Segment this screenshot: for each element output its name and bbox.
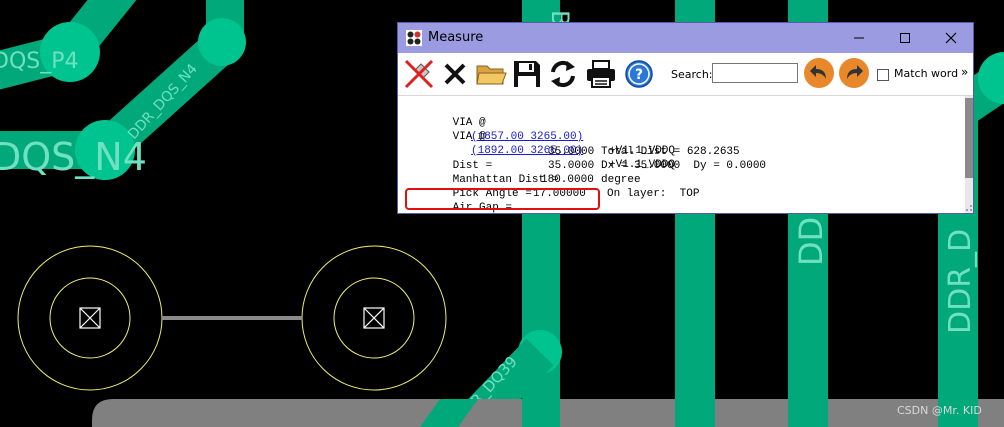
dist-line: Dist = 35.0000 Total Dist = 628.2635: [413, 145, 740, 172]
via-left[interactable]: [17, 245, 163, 391]
print-icon: [587, 60, 615, 88]
pick-angle-line: Pick Angle = 180.0000 degree: [413, 173, 641, 200]
trace-vertical-2-over: [675, 399, 715, 427]
label-dqs-p4: DQS_P4: [0, 49, 79, 74]
trace-vertical-3-over: [788, 399, 828, 427]
layer-label: On layer: TOP: [607, 188, 700, 200]
svg-text:?: ?: [635, 67, 643, 83]
total-dist: Total Dist = 628.2635: [601, 146, 740, 158]
label-dqs-n4: DQS_N4: [0, 135, 147, 179]
maximize-button[interactable]: [882, 23, 928, 53]
watermark: CSDN @Mr. KID: [897, 404, 982, 417]
help-button[interactable]: ?: [622, 57, 656, 91]
more-options[interactable]: »: [961, 65, 968, 79]
window-title: Measure: [428, 30, 484, 45]
manhattan-value: 35.0000: [548, 160, 595, 172]
label-ddr-d: DDR_D: [943, 229, 978, 334]
arrow-left-icon: [810, 65, 826, 79]
search-input[interactable]: [712, 63, 798, 83]
title-bar[interactable]: Measure: [398, 23, 973, 53]
maximize-icon: [900, 33, 910, 43]
measure-window: Measure ? Search: Match word » VIA @ (18…: [397, 22, 974, 214]
arrow-right-icon: [847, 65, 863, 79]
pick-angle-value: 180.0000: [541, 174, 594, 186]
via-coord-link[interactable]: (1857.00 3265.00): [471, 130, 583, 144]
close-icon: [945, 32, 957, 44]
print-button[interactable]: [584, 57, 618, 91]
dist-value: 35.0000: [548, 146, 595, 158]
open-button[interactable]: [474, 57, 508, 91]
vertical-scrollbar[interactable]: [965, 96, 973, 213]
close-button[interactable]: [928, 23, 974, 53]
pick-angle-unit: degree: [601, 174, 641, 186]
delete-icon: [444, 63, 466, 85]
toolbar: ? Search: Match word »: [398, 53, 973, 96]
pin-icon: [404, 59, 434, 89]
dx-dy: Dx = 35.0000 Dy = 0.0000: [601, 160, 767, 172]
via-prefix: VIA @: [452, 131, 486, 143]
search-label: Search:: [671, 68, 713, 81]
label-dd: DD: [792, 217, 830, 266]
trace-vertical-1-over: [522, 399, 560, 427]
report-text-area[interactable]: VIA @ (1857.00 3265.00) +V1.1_VDDQ VIA @…: [398, 96, 965, 214]
app-icon: [406, 30, 422, 46]
folder-icon: [476, 65, 507, 85]
help-icon: ?: [625, 60, 653, 88]
refresh-button[interactable]: [546, 57, 580, 91]
via-right[interactable]: [301, 245, 447, 391]
via-line-2: VIA @ (1892.00 3265.00) +V1.1_VDDQ: [413, 116, 675, 171]
minimize-button[interactable]: [836, 23, 882, 53]
pin-button[interactable]: [402, 57, 436, 91]
manhattan-line: Manhattan Dist = 35.0000 Dx = 35.0000 Dy…: [413, 159, 766, 186]
delete-button[interactable]: [438, 57, 472, 91]
air-gap-highlight: [405, 188, 600, 210]
match-word-checkbox[interactable]: [877, 69, 889, 81]
resize-grip-icon[interactable]: [964, 203, 973, 212]
save-icon: [514, 61, 540, 87]
find-next-button[interactable]: [839, 58, 869, 88]
scrollbar-thumb[interactable]: [965, 98, 973, 178]
refresh-icon: [551, 60, 575, 88]
via-line-1: VIA @ (1857.00 3265.00) +V1.1_VDDQ: [413, 102, 675, 157]
find-previous-button[interactable]: [804, 58, 834, 88]
match-word-label: Match word: [894, 67, 959, 80]
minimize-icon: [854, 37, 864, 39]
save-button[interactable]: [510, 57, 544, 91]
